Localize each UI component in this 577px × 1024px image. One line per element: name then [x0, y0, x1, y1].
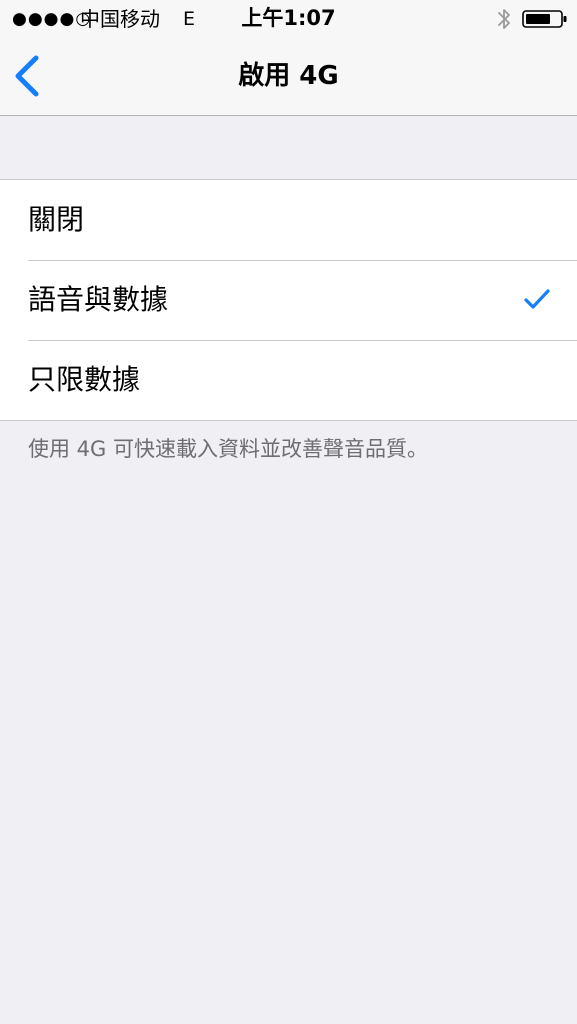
- option-label: 只限數據: [28, 363, 141, 396]
- status-time: 上午1:07: [241, 6, 336, 30]
- battery-icon: [522, 10, 567, 28]
- option-data-only[interactable]: 只限數據: [0, 340, 577, 420]
- option-voice-and-data[interactable]: 語音與數據: [0, 260, 577, 340]
- page-title: 啟用 4G: [238, 61, 339, 91]
- options-list: 關閉 語音與數據 只限數據: [0, 179, 577, 421]
- option-off[interactable]: 關閉: [0, 180, 577, 260]
- option-label: 關閉: [28, 203, 85, 236]
- bluetooth-icon: [498, 9, 510, 29]
- status-bar: ●●●●○ 中国移动 E 上午1:07: [0, 0, 577, 38]
- footer-note: 使用 4G 可快速載入資料並改善聲音品質。: [28, 437, 428, 461]
- option-label: 語音與數據: [28, 283, 169, 316]
- checkmark-icon: [524, 289, 550, 309]
- navigation-bar: 啟用 4G: [0, 38, 577, 116]
